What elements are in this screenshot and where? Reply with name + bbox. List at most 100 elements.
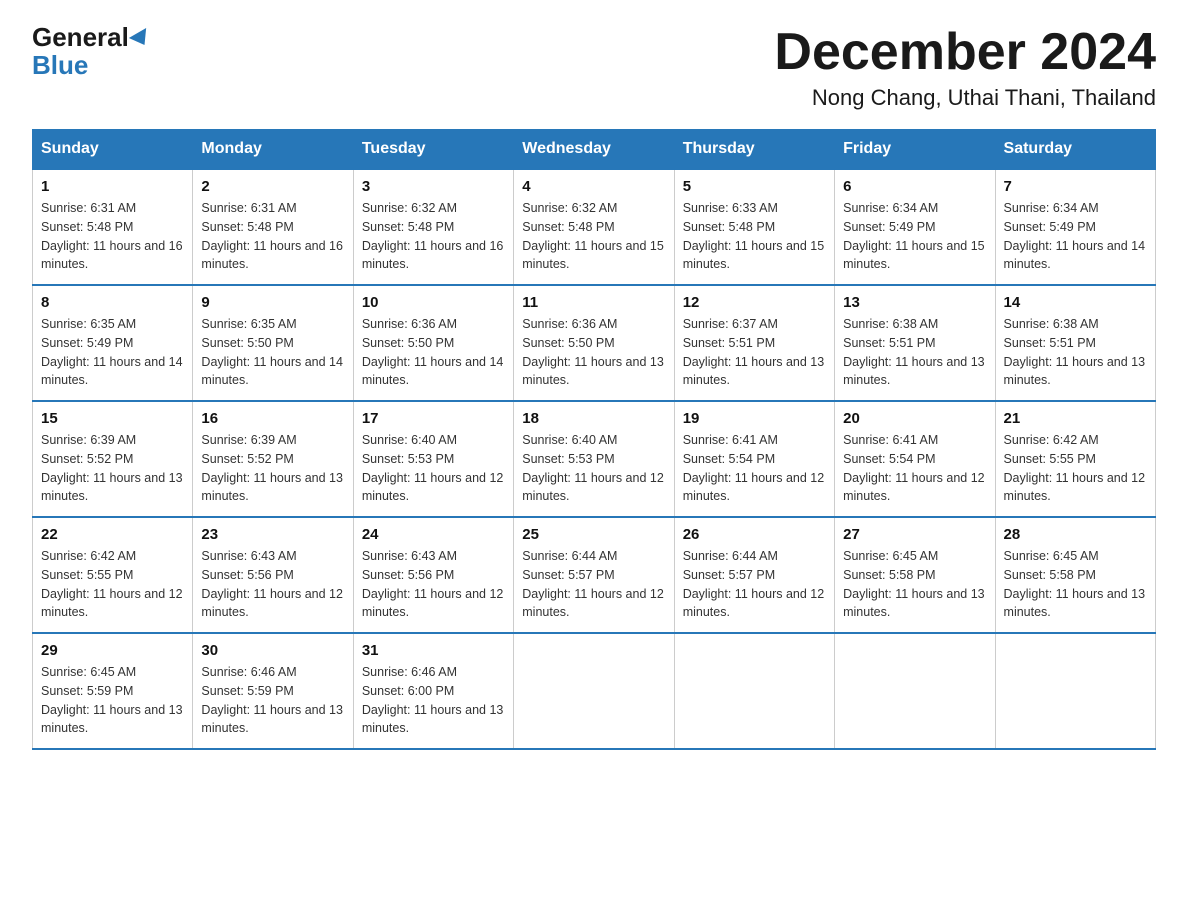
day-info: Sunrise: 6:36 AM Sunset: 5:50 PM Dayligh…: [522, 315, 665, 390]
calendar-day-cell: 17 Sunrise: 6:40 AM Sunset: 5:53 PM Dayl…: [353, 401, 513, 517]
day-number: 5: [683, 178, 826, 195]
day-number: 17: [362, 410, 505, 427]
day-info: Sunrise: 6:42 AM Sunset: 5:55 PM Dayligh…: [41, 547, 184, 622]
calendar-day-header: Sunday: [33, 130, 193, 170]
day-info: Sunrise: 6:45 AM Sunset: 5:59 PM Dayligh…: [41, 663, 184, 738]
day-info: Sunrise: 6:43 AM Sunset: 5:56 PM Dayligh…: [201, 547, 344, 622]
calendar-week-row: 15 Sunrise: 6:39 AM Sunset: 5:52 PM Dayl…: [33, 401, 1156, 517]
day-info: Sunrise: 6:34 AM Sunset: 5:49 PM Dayligh…: [1004, 199, 1147, 274]
calendar-day-cell: [995, 633, 1155, 749]
calendar-day-header: Friday: [835, 130, 995, 170]
title-section: December 2024 Nong Chang, Uthai Thani, T…: [774, 24, 1156, 111]
day-number: 30: [201, 642, 344, 659]
day-info: Sunrise: 6:41 AM Sunset: 5:54 PM Dayligh…: [843, 431, 986, 506]
day-number: 10: [362, 294, 505, 311]
calendar-table: SundayMondayTuesdayWednesdayThursdayFrid…: [32, 129, 1156, 750]
day-number: 23: [201, 526, 344, 543]
day-info: Sunrise: 6:31 AM Sunset: 5:48 PM Dayligh…: [201, 199, 344, 274]
day-info: Sunrise: 6:44 AM Sunset: 5:57 PM Dayligh…: [522, 547, 665, 622]
calendar-day-header: Monday: [193, 130, 353, 170]
calendar-day-cell: 2 Sunrise: 6:31 AM Sunset: 5:48 PM Dayli…: [193, 169, 353, 285]
calendar-day-cell: 30 Sunrise: 6:46 AM Sunset: 5:59 PM Dayl…: [193, 633, 353, 749]
calendar-day-header: Saturday: [995, 130, 1155, 170]
day-number: 9: [201, 294, 344, 311]
day-number: 15: [41, 410, 184, 427]
calendar-day-cell: 16 Sunrise: 6:39 AM Sunset: 5:52 PM Dayl…: [193, 401, 353, 517]
day-info: Sunrise: 6:39 AM Sunset: 5:52 PM Dayligh…: [41, 431, 184, 506]
calendar-week-row: 29 Sunrise: 6:45 AM Sunset: 5:59 PM Dayl…: [33, 633, 1156, 749]
day-info: Sunrise: 6:42 AM Sunset: 5:55 PM Dayligh…: [1004, 431, 1147, 506]
calendar-day-cell: 1 Sunrise: 6:31 AM Sunset: 5:48 PM Dayli…: [33, 169, 193, 285]
day-info: Sunrise: 6:32 AM Sunset: 5:48 PM Dayligh…: [362, 199, 505, 274]
day-number: 4: [522, 178, 665, 195]
day-number: 27: [843, 526, 986, 543]
day-info: Sunrise: 6:35 AM Sunset: 5:49 PM Dayligh…: [41, 315, 184, 390]
calendar-day-cell: [514, 633, 674, 749]
calendar-day-cell: 14 Sunrise: 6:38 AM Sunset: 5:51 PM Dayl…: [995, 285, 1155, 401]
day-number: 24: [362, 526, 505, 543]
day-number: 1: [41, 178, 184, 195]
calendar-day-cell: 8 Sunrise: 6:35 AM Sunset: 5:49 PM Dayli…: [33, 285, 193, 401]
day-number: 19: [683, 410, 826, 427]
day-number: 31: [362, 642, 505, 659]
page-header: General Blue December 2024 Nong Chang, U…: [0, 0, 1188, 119]
calendar-day-cell: [674, 633, 834, 749]
calendar-day-cell: 18 Sunrise: 6:40 AM Sunset: 5:53 PM Dayl…: [514, 401, 674, 517]
logo: General Blue: [32, 24, 151, 78]
day-number: 22: [41, 526, 184, 543]
day-info: Sunrise: 6:44 AM Sunset: 5:57 PM Dayligh…: [683, 547, 826, 622]
calendar-day-cell: 23 Sunrise: 6:43 AM Sunset: 5:56 PM Dayl…: [193, 517, 353, 633]
calendar-day-cell: 11 Sunrise: 6:36 AM Sunset: 5:50 PM Dayl…: [514, 285, 674, 401]
day-number: 29: [41, 642, 184, 659]
calendar-day-cell: 28 Sunrise: 6:45 AM Sunset: 5:58 PM Dayl…: [995, 517, 1155, 633]
day-info: Sunrise: 6:40 AM Sunset: 5:53 PM Dayligh…: [522, 431, 665, 506]
day-number: 16: [201, 410, 344, 427]
calendar-day-cell: 6 Sunrise: 6:34 AM Sunset: 5:49 PM Dayli…: [835, 169, 995, 285]
calendar-day-cell: 25 Sunrise: 6:44 AM Sunset: 5:57 PM Dayl…: [514, 517, 674, 633]
calendar-header-row: SundayMondayTuesdayWednesdayThursdayFrid…: [33, 130, 1156, 170]
day-info: Sunrise: 6:40 AM Sunset: 5:53 PM Dayligh…: [362, 431, 505, 506]
calendar-day-cell: 15 Sunrise: 6:39 AM Sunset: 5:52 PM Dayl…: [33, 401, 193, 517]
calendar-day-cell: 22 Sunrise: 6:42 AM Sunset: 5:55 PM Dayl…: [33, 517, 193, 633]
calendar-day-cell: [835, 633, 995, 749]
day-number: 2: [201, 178, 344, 195]
day-number: 13: [843, 294, 986, 311]
day-info: Sunrise: 6:41 AM Sunset: 5:54 PM Dayligh…: [683, 431, 826, 506]
calendar-day-cell: 24 Sunrise: 6:43 AM Sunset: 5:56 PM Dayl…: [353, 517, 513, 633]
day-number: 21: [1004, 410, 1147, 427]
day-info: Sunrise: 6:45 AM Sunset: 5:58 PM Dayligh…: [843, 547, 986, 622]
calendar-day-cell: 12 Sunrise: 6:37 AM Sunset: 5:51 PM Dayl…: [674, 285, 834, 401]
calendar-day-cell: 9 Sunrise: 6:35 AM Sunset: 5:50 PM Dayli…: [193, 285, 353, 401]
calendar-day-cell: 13 Sunrise: 6:38 AM Sunset: 5:51 PM Dayl…: [835, 285, 995, 401]
day-number: 20: [843, 410, 986, 427]
day-info: Sunrise: 6:32 AM Sunset: 5:48 PM Dayligh…: [522, 199, 665, 274]
day-info: Sunrise: 6:43 AM Sunset: 5:56 PM Dayligh…: [362, 547, 505, 622]
calendar-day-cell: 7 Sunrise: 6:34 AM Sunset: 5:49 PM Dayli…: [995, 169, 1155, 285]
calendar-day-cell: 26 Sunrise: 6:44 AM Sunset: 5:57 PM Dayl…: [674, 517, 834, 633]
day-number: 8: [41, 294, 184, 311]
day-number: 25: [522, 526, 665, 543]
calendar-day-header: Tuesday: [353, 130, 513, 170]
logo-blue: Blue: [32, 52, 88, 78]
day-info: Sunrise: 6:46 AM Sunset: 6:00 PM Dayligh…: [362, 663, 505, 738]
calendar-day-header: Thursday: [674, 130, 834, 170]
day-info: Sunrise: 6:35 AM Sunset: 5:50 PM Dayligh…: [201, 315, 344, 390]
location-title: Nong Chang, Uthai Thani, Thailand: [774, 85, 1156, 111]
day-number: 11: [522, 294, 665, 311]
day-number: 6: [843, 178, 986, 195]
calendar-day-cell: 4 Sunrise: 6:32 AM Sunset: 5:48 PM Dayli…: [514, 169, 674, 285]
calendar-week-row: 8 Sunrise: 6:35 AM Sunset: 5:49 PM Dayli…: [33, 285, 1156, 401]
logo-general: General: [32, 24, 151, 50]
calendar-day-cell: 29 Sunrise: 6:45 AM Sunset: 5:59 PM Dayl…: [33, 633, 193, 749]
day-info: Sunrise: 6:37 AM Sunset: 5:51 PM Dayligh…: [683, 315, 826, 390]
day-number: 3: [362, 178, 505, 195]
calendar-day-cell: 5 Sunrise: 6:33 AM Sunset: 5:48 PM Dayli…: [674, 169, 834, 285]
calendar-day-cell: 21 Sunrise: 6:42 AM Sunset: 5:55 PM Dayl…: [995, 401, 1155, 517]
logo-arrow-icon: [129, 28, 153, 50]
day-number: 18: [522, 410, 665, 427]
day-info: Sunrise: 6:33 AM Sunset: 5:48 PM Dayligh…: [683, 199, 826, 274]
day-info: Sunrise: 6:39 AM Sunset: 5:52 PM Dayligh…: [201, 431, 344, 506]
day-number: 26: [683, 526, 826, 543]
calendar-day-cell: 19 Sunrise: 6:41 AM Sunset: 5:54 PM Dayl…: [674, 401, 834, 517]
calendar-day-header: Wednesday: [514, 130, 674, 170]
